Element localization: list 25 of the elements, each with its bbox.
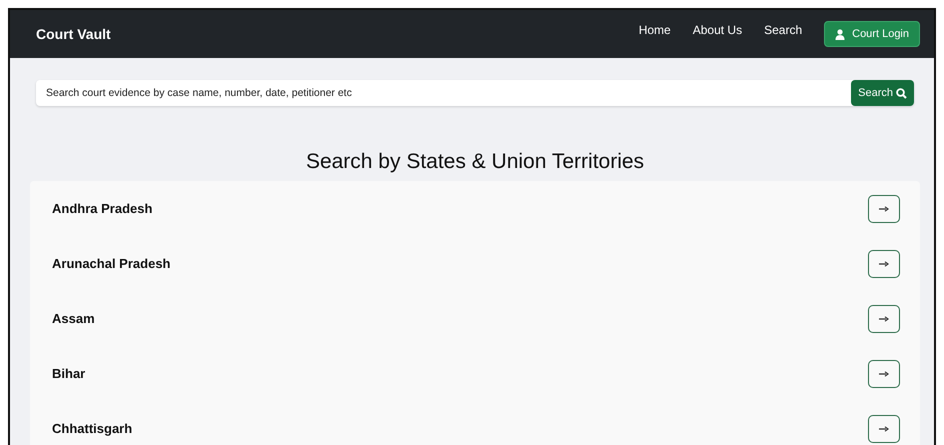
state-name: Bihar [52,366,86,381]
arrow-button[interactable] [868,360,900,388]
right-arrow-icon [879,206,889,212]
state-name: Chhattisgarh [52,421,132,436]
search-icon [896,88,907,98]
nav-link[interactable]: Search [764,23,802,37]
right-arrow-icon [879,260,889,266]
arrow-button[interactable] [868,414,900,442]
state-name: Arunachal Pradesh [52,256,170,271]
search-button[interactable]: Search [851,80,914,106]
section-heading: Search by States & Union Territories [304,150,646,174]
login-button[interactable]: Court Login [824,21,920,47]
nav-link[interactable]: Home [638,23,671,37]
search-field[interactable]: Search court evidence by case name, number, date, petitioner etc Search [36,80,914,106]
right-arrow-icon [879,370,889,376]
right-arrow-icon [879,316,889,322]
right-arrow-icon [879,426,889,432]
arrow-button[interactable] [868,194,900,222]
brand-name[interactable]: Court Vault [36,26,111,42]
arrow-button[interactable] [868,250,900,278]
nav-link[interactable]: About Us [692,23,742,37]
state-name: Andhra Pradesh [52,201,152,216]
arrow-button[interactable] [868,304,900,332]
user-icon [835,28,846,40]
state-name: Assam [52,311,95,326]
